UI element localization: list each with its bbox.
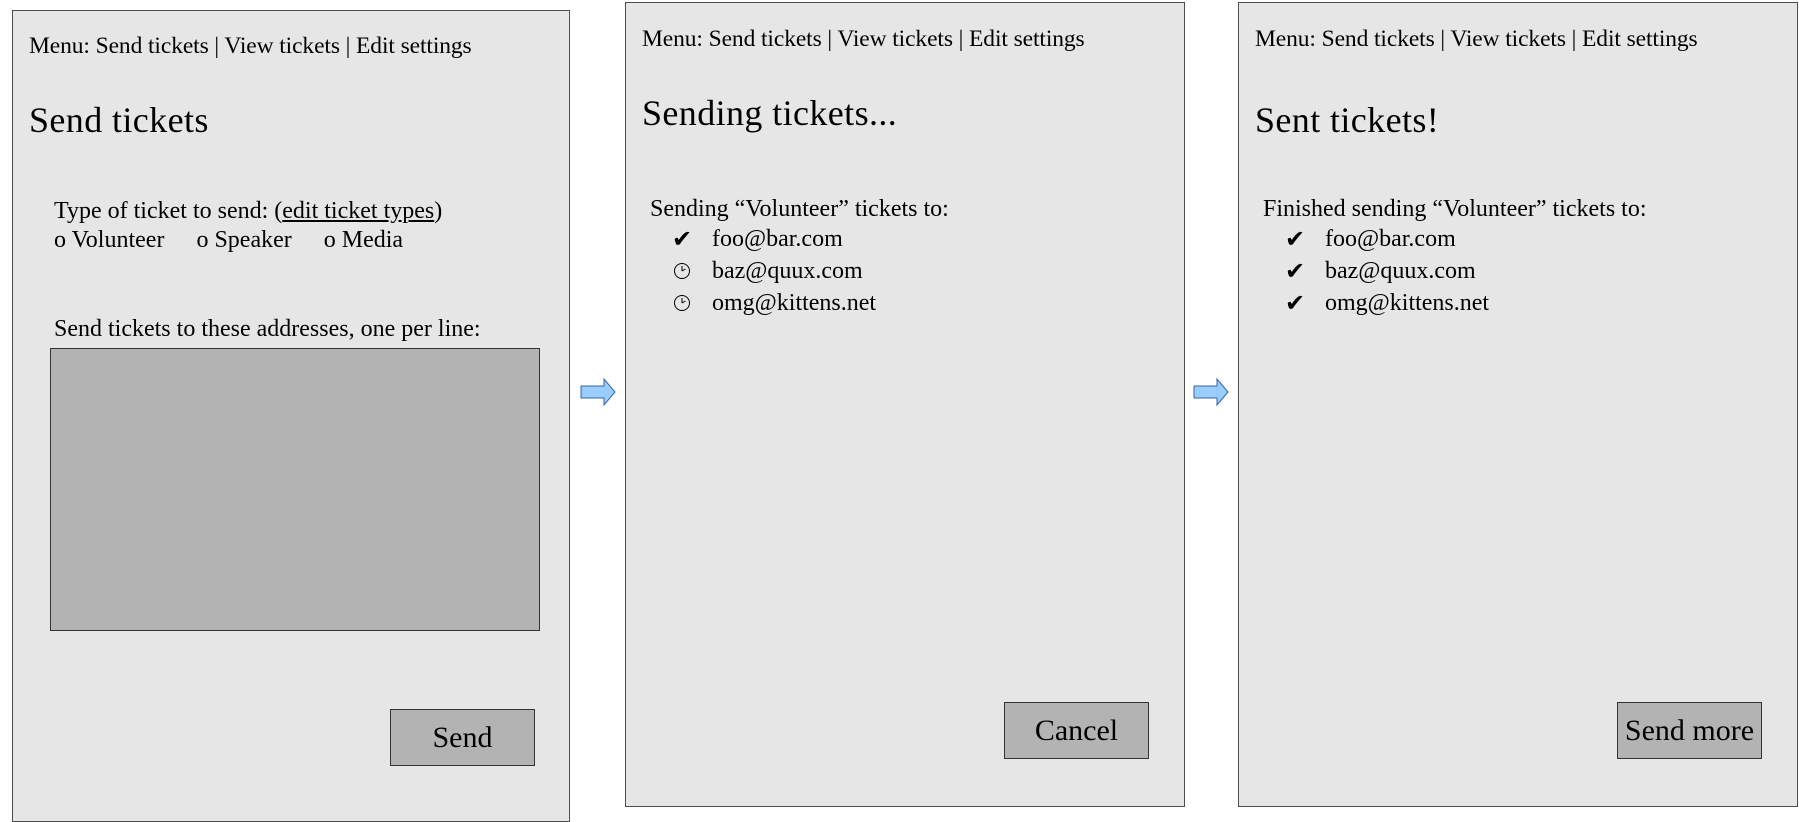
radio-media[interactable]: o Media	[324, 227, 403, 254]
ticket-type-suffix: )	[434, 198, 443, 224]
addresses-label: Send tickets to these addresses, one per…	[54, 316, 481, 342]
list-item: ✔ foo@bar.com	[669, 223, 876, 255]
check-icon: ✔	[1284, 257, 1306, 285]
check-icon: ✔	[671, 225, 693, 253]
send-more-button[interactable]: Send more	[1617, 702, 1762, 759]
list-item: omg@kittens.net	[669, 287, 876, 319]
page-title: Send tickets	[29, 100, 209, 140]
sent-tickets-screen: Menu: Send tickets | View tickets | Edit…	[1238, 2, 1798, 807]
clock-icon	[669, 262, 695, 280]
page-title: Sent tickets!	[1255, 100, 1440, 140]
addresses-textarea[interactable]	[50, 348, 540, 631]
recipient-list: ✔ foo@bar.com baz@quux.com omg@kittens.n…	[669, 223, 876, 319]
list-item: ✔ foo@bar.com	[1282, 223, 1489, 255]
recipient-email: foo@bar.com	[712, 226, 843, 252]
clock-icon	[669, 294, 695, 312]
ticket-type-prefix: Type of ticket to send: (	[54, 198, 283, 224]
recipient-email: baz@quux.com	[1325, 258, 1476, 284]
recipient-email: omg@kittens.net	[1325, 290, 1490, 316]
radio-volunteer[interactable]: o Volunteer	[54, 227, 164, 254]
recipient-email: foo@bar.com	[1325, 226, 1456, 252]
edit-ticket-types-link[interactable]: edit ticket types	[282, 198, 434, 224]
menu-bar[interactable]: Menu: Send tickets | View tickets | Edit…	[1255, 26, 1698, 53]
ticket-type-label: Type of ticket to send: (edit ticket typ…	[54, 198, 442, 225]
list-item: ✔ baz@quux.com	[1282, 255, 1489, 287]
check-icon: ✔	[1284, 225, 1306, 253]
sending-tickets-screen: Menu: Send tickets | View tickets | Edit…	[625, 2, 1185, 807]
send-tickets-screen: Menu: Send tickets | View tickets | Edit…	[12, 10, 570, 822]
list-item: baz@quux.com	[669, 255, 876, 287]
list-item: ✔ omg@kittens.net	[1282, 287, 1489, 319]
radio-speaker[interactable]: o Speaker	[196, 227, 291, 254]
menu-bar[interactable]: Menu: Send tickets | View tickets | Edit…	[642, 26, 1085, 53]
recipient-email: baz@quux.com	[712, 258, 863, 284]
recipient-list: ✔ foo@bar.com ✔ baz@quux.com ✔ omg@kitte…	[1282, 223, 1489, 319]
send-button[interactable]: Send	[390, 709, 535, 766]
recipient-email: omg@kittens.net	[712, 290, 877, 316]
cancel-button[interactable]: Cancel	[1004, 702, 1149, 759]
right-arrow-icon	[1193, 377, 1229, 407]
menu-bar[interactable]: Menu: Send tickets | View tickets | Edit…	[29, 33, 472, 60]
ticket-type-radio-group: o Volunteer o Speaker o Media	[54, 227, 429, 254]
finished-status-text: Finished sending “Volunteer” tickets to:	[1263, 196, 1647, 222]
right-arrow-icon	[580, 377, 616, 407]
sending-status-text: Sending “Volunteer” tickets to:	[650, 196, 949, 222]
check-icon: ✔	[1284, 289, 1306, 317]
page-title: Sending tickets...	[642, 93, 898, 133]
